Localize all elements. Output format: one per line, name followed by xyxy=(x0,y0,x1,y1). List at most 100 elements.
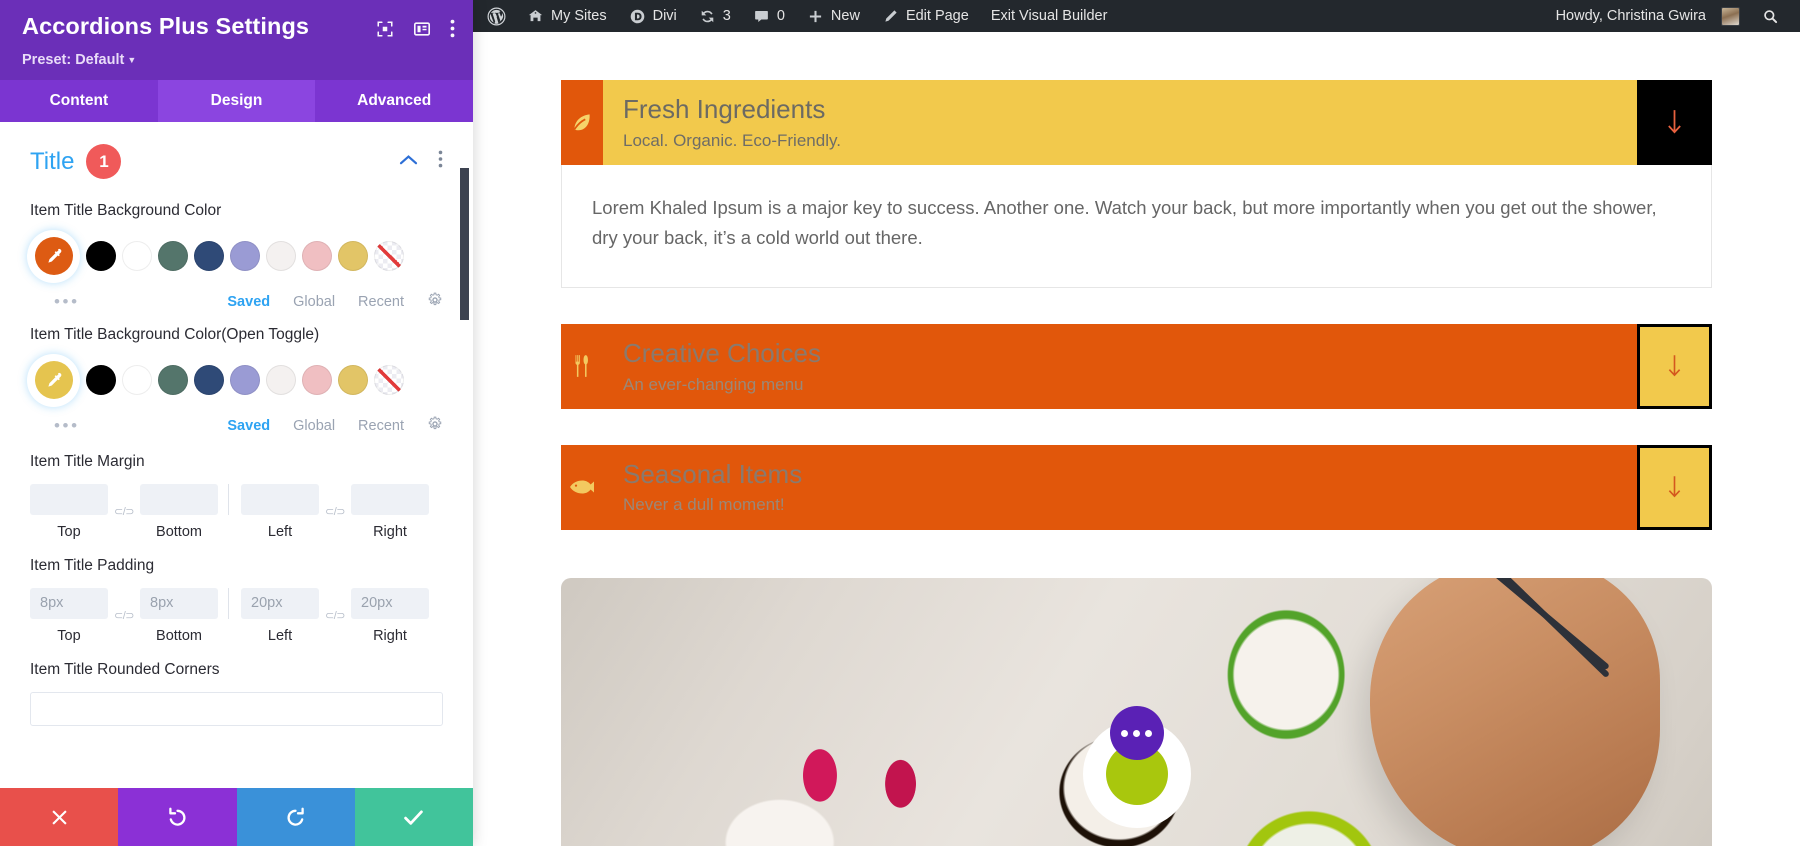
tab-content[interactable]: Content xyxy=(0,80,158,122)
accordion-toggle-button[interactable] xyxy=(1637,80,1712,165)
tab-design[interactable]: Design xyxy=(157,80,316,122)
admin-bar-item-divi[interactable]: Divi xyxy=(618,0,688,32)
accordion-item-creative-choices[interactable]: Creative Choices An ever-changing menu xyxy=(561,323,1712,409)
rounded-corners-control[interactable] xyxy=(30,691,443,726)
save-button[interactable] xyxy=(354,788,473,846)
color-swatch-white[interactable] xyxy=(122,241,152,272)
gear-icon[interactable] xyxy=(427,416,443,436)
admin-bar-item-wp-logo[interactable] xyxy=(473,0,516,32)
settings-scrollbar-thumb[interactable] xyxy=(460,168,469,320)
field-label-item-title-margin: Item Title Margin xyxy=(30,452,443,473)
sites-icon xyxy=(527,8,544,25)
accordion-header[interactable]: Creative Choices An ever-changing menu xyxy=(561,323,1712,409)
color-field-actions-1: ••• Saved Global Recent xyxy=(30,292,443,312)
accordion-header[interactable]: Seasonal Items Never a dull moment! xyxy=(561,444,1712,530)
link-values-icon[interactable]: ⊂/⊃ xyxy=(108,505,140,518)
undo-button[interactable] xyxy=(118,788,237,846)
accordion-toggle-button[interactable] xyxy=(1637,444,1712,530)
status-badge: 1 xyxy=(86,144,122,179)
eyedropper-icon xyxy=(48,248,62,263)
color-swatch-periwinkle[interactable] xyxy=(230,241,260,272)
link-recent[interactable]: Recent xyxy=(358,418,404,434)
color-swatch-transparent[interactable] xyxy=(374,241,404,272)
color-swatch-gold[interactable] xyxy=(338,241,368,272)
margin-bottom-input[interactable] xyxy=(140,483,218,515)
color-swatch-sage[interactable] xyxy=(158,365,188,396)
accordion-title: Creative Choices xyxy=(623,337,821,368)
color-swatch-navy[interactable] xyxy=(194,365,224,396)
link-recent[interactable]: Recent xyxy=(358,294,404,310)
margin-right-input[interactable] xyxy=(351,483,429,515)
color-swatch-periwinkle[interactable] xyxy=(230,365,260,396)
margin-left-input[interactable] xyxy=(241,483,319,515)
color-swatch-pink[interactable] xyxy=(302,241,332,272)
color-swatch-transparent[interactable] xyxy=(374,365,404,396)
color-swatch-white[interactable] xyxy=(122,365,152,396)
link-global[interactable]: Global xyxy=(293,418,335,434)
redo-button[interactable] xyxy=(236,788,355,846)
admin-bar-item-comments[interactable]: 0 xyxy=(742,0,796,32)
color-swatch-offwhite[interactable] xyxy=(266,241,296,272)
admin-bar-item-exit-visual-builder[interactable]: Exit Visual Builder xyxy=(980,0,1119,32)
kebab-menu-icon[interactable] xyxy=(438,150,443,173)
wordpress-icon xyxy=(487,7,506,26)
focus-target-icon[interactable] xyxy=(376,20,394,43)
settings-scrollbar-track[interactable] xyxy=(460,122,471,788)
preset-label: Preset: Default xyxy=(22,52,125,68)
account-greeting: Howdy, Christina Gwira xyxy=(1555,8,1706,24)
link-values-icon[interactable]: ⊂/⊃ xyxy=(108,609,140,622)
accordion-item-fresh-ingredients[interactable]: Fresh Ingredients Local. Organic. Eco-Fr… xyxy=(561,80,1712,288)
more-colors-icon[interactable]: ••• xyxy=(54,293,80,310)
color-swatch-gold[interactable] xyxy=(338,365,368,396)
gear-icon[interactable] xyxy=(427,292,443,312)
module-settings-panel: Accordions Plus Settings Preset: Default… xyxy=(0,0,473,846)
color-swatch-sage[interactable] xyxy=(158,241,188,272)
chevron-up-icon[interactable] xyxy=(399,153,418,171)
padding-bottom-input[interactable]: 8px xyxy=(140,587,218,619)
admin-bar-item-my-account[interactable]: Howdy, Christina Gwira xyxy=(1545,0,1751,32)
link-saved[interactable]: Saved xyxy=(227,294,270,310)
kebab-menu-icon[interactable] xyxy=(450,19,455,43)
margin-top-input[interactable] xyxy=(30,483,108,515)
link-global[interactable]: Global xyxy=(293,294,335,310)
accordion-item-seasonal-items[interactable]: Seasonal Items Never a dull moment! xyxy=(561,444,1712,530)
color-picker-selected-2[interactable] xyxy=(30,356,77,404)
section-header-title[interactable]: Title 1 xyxy=(30,122,443,185)
accordion-subtitle: Never a dull moment! xyxy=(623,495,785,515)
admin-bar-item-updates[interactable]: 3 xyxy=(688,0,742,32)
admin-bar-label-my-sites: My Sites xyxy=(551,8,607,24)
preset-selector[interactable]: Preset: Default ▼ xyxy=(22,52,455,68)
accordion-toggle-button[interactable] xyxy=(1637,323,1712,409)
padding-top-input[interactable]: 8px xyxy=(30,587,108,619)
add-module-button[interactable] xyxy=(1109,706,1164,760)
admin-bar-label-comments-count: 0 xyxy=(776,8,785,24)
arrow-down-icon xyxy=(1668,476,1681,498)
avatar xyxy=(1721,6,1740,26)
color-picker-selected-1[interactable] xyxy=(30,232,77,280)
link-saved[interactable]: Saved xyxy=(227,418,270,434)
admin-bar-label-new: New xyxy=(830,8,860,24)
color-swatch-black[interactable] xyxy=(86,365,116,396)
accordion-header[interactable]: Fresh Ingredients Local. Organic. Eco-Fr… xyxy=(561,80,1712,165)
panel-layout-icon[interactable] xyxy=(413,20,431,43)
link-values-icon[interactable]: ⊂/⊃ xyxy=(319,609,351,622)
color-swatch-black[interactable] xyxy=(86,241,116,272)
admin-bar-item-search[interactable] xyxy=(1751,0,1790,32)
divider xyxy=(228,483,229,515)
settings-tabs: Content Design Advanced xyxy=(0,80,473,122)
link-values-icon[interactable]: ⊂/⊃ xyxy=(319,505,351,518)
cancel-button[interactable] xyxy=(0,788,119,846)
color-swatch-offwhite[interactable] xyxy=(266,365,296,396)
settings-scroll-area: Title 1 Item Title Background Color ••• … xyxy=(0,122,473,788)
color-swatch-pink[interactable] xyxy=(302,365,332,396)
margin-right-caption: Right xyxy=(373,523,407,540)
more-colors-icon[interactable]: ••• xyxy=(54,417,80,434)
admin-bar-item-my-sites[interactable]: My Sites xyxy=(516,0,618,32)
padding-left-input[interactable]: 20px xyxy=(241,587,319,619)
admin-bar-item-new[interactable]: New xyxy=(796,0,871,32)
tab-advanced[interactable]: Advanced xyxy=(315,80,473,122)
color-swatch-navy[interactable] xyxy=(194,241,224,272)
admin-bar-item-edit-page[interactable]: Edit Page xyxy=(871,0,980,32)
padding-right-input[interactable]: 20px xyxy=(351,587,429,619)
admin-bar-label-updates-count: 3 xyxy=(722,8,731,24)
